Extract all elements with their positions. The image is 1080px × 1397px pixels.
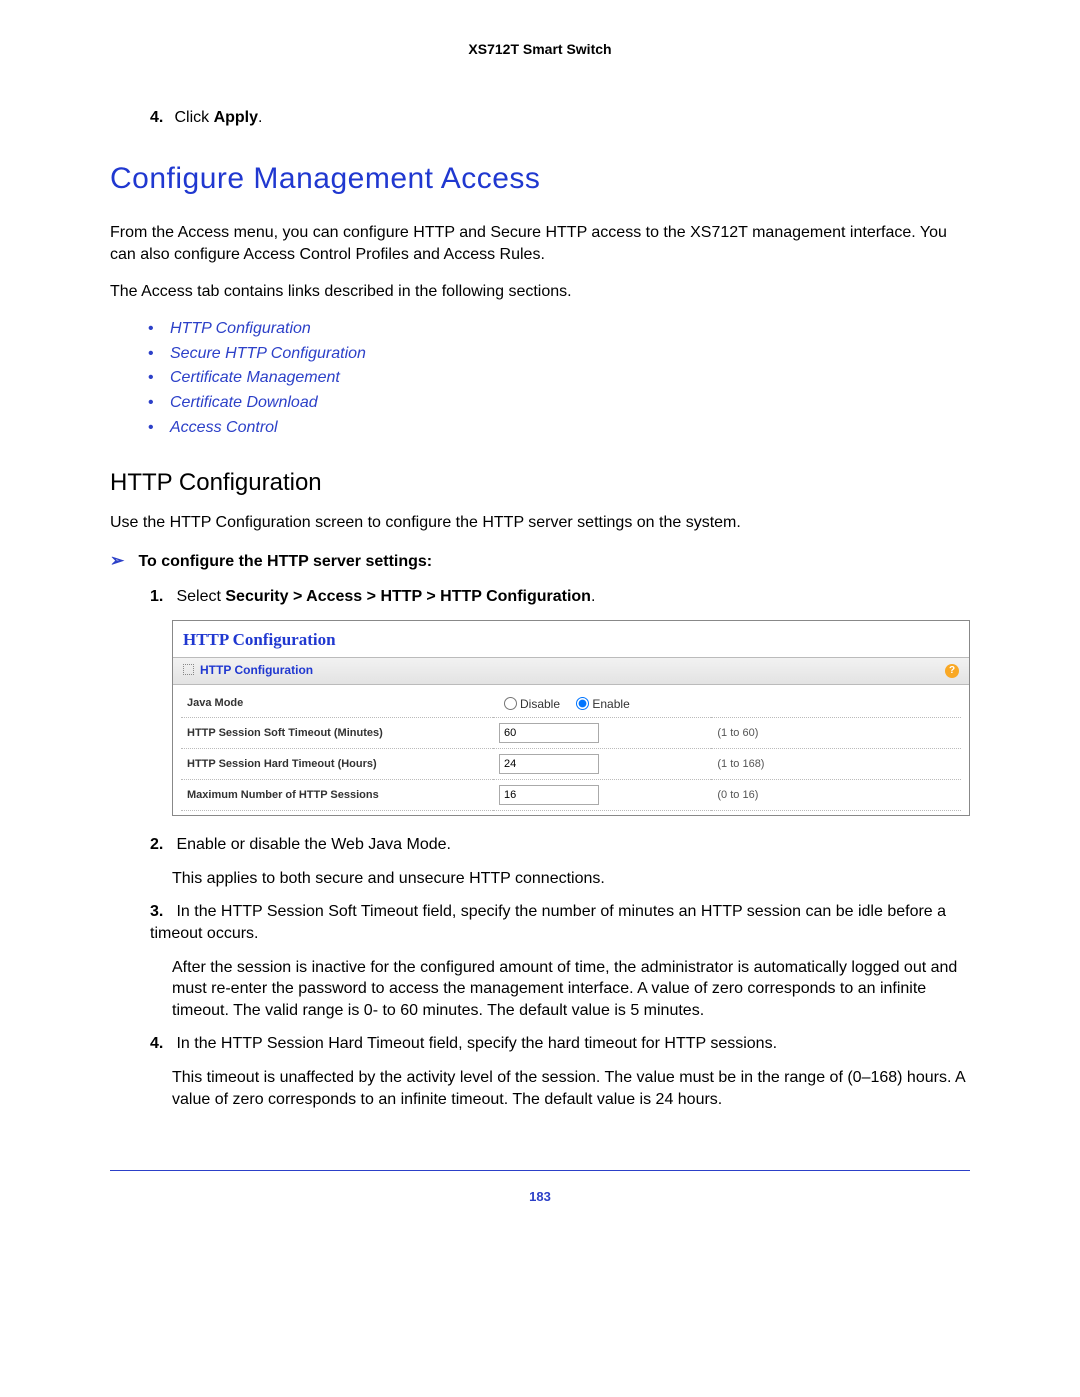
subsection-heading: HTTP Configuration	[110, 467, 970, 498]
panel-subtitle: HTTP Configuration	[183, 663, 313, 679]
section-heading: Configure Management Access	[110, 159, 970, 198]
java-disable-radio[interactable]	[504, 697, 517, 710]
text: Click	[174, 109, 213, 126]
nav-path: Security > Access > HTTP > HTTP Configur…	[225, 588, 591, 605]
apply-label: Apply	[214, 109, 258, 126]
top-step: 4. Click Apply.	[150, 108, 970, 129]
step-2: 2. Enable or disable the Web Java Mode.	[150, 834, 970, 856]
row-soft-timeout: HTTP Session Soft Timeout (Minutes) (1 t…	[181, 718, 961, 749]
field-label: HTTP Session Hard Timeout (Hours)	[181, 749, 493, 780]
link-http-configuration[interactable]: HTTP Configuration	[148, 319, 970, 340]
link-certificate-management[interactable]: Certificate Management	[148, 368, 970, 389]
subsection-intro: Use the HTTP Configuration screen to con…	[110, 512, 970, 534]
access-links-list: HTTP Configuration Secure HTTP Configura…	[148, 319, 970, 439]
row-hard-timeout: HTTP Session Hard Timeout (Hours) (1 to …	[181, 749, 961, 780]
proc-heading-text: To configure the HTTP server settings:	[138, 553, 432, 570]
step-number: 4.	[150, 108, 170, 129]
step-text: In the HTTP Session Soft Timeout field, …	[150, 903, 946, 942]
footer-rule	[110, 1170, 970, 1171]
java-disable-option[interactable]: Disable	[499, 697, 563, 711]
proc-arrow-icon: ➢	[110, 550, 134, 572]
text: Enable	[592, 697, 629, 711]
page-number: 183	[110, 1189, 970, 1206]
step-number: 4.	[150, 1033, 172, 1055]
link-secure-http-configuration[interactable]: Secure HTTP Configuration	[148, 344, 970, 365]
text: Select	[176, 588, 225, 605]
text: .	[258, 109, 262, 126]
help-icon[interactable]: ?	[945, 664, 959, 678]
field-label: Java Mode	[181, 689, 493, 718]
procedure-heading: ➢ To configure the HTTP server settings:	[110, 550, 970, 573]
step-number: 3.	[150, 901, 172, 923]
hard-timeout-input[interactable]	[499, 754, 599, 774]
field-label: Maximum Number of HTTP Sessions	[181, 780, 493, 811]
step-number: 1.	[150, 586, 172, 608]
java-enable-radio[interactable]	[576, 697, 589, 710]
soft-timeout-input[interactable]	[499, 723, 599, 743]
max-sessions-input[interactable]	[499, 785, 599, 805]
page-header: XS712T Smart Switch	[110, 40, 970, 58]
step-1: 1. Select Security > Access > HTTP > HTT…	[150, 586, 970, 608]
field-range: (1 to 60)	[711, 718, 961, 749]
field-range: (1 to 168)	[711, 749, 961, 780]
link-access-control[interactable]: Access Control	[148, 418, 970, 439]
text: .	[591, 588, 595, 605]
panel-subbar: HTTP Configuration ?	[173, 657, 969, 685]
row-java-mode: Java Mode Disable Enable	[181, 689, 961, 718]
step-3-detail: After the session is inactive for the co…	[172, 957, 970, 1022]
intro-para-2: The Access tab contains links described …	[110, 281, 970, 303]
step-text: Enable or disable the Web Java Mode.	[176, 836, 451, 853]
field-range: (0 to 16)	[711, 780, 961, 811]
step-text: In the HTTP Session Hard Timeout field, …	[176, 1035, 777, 1052]
java-enable-option[interactable]: Enable	[571, 697, 629, 711]
row-max-sessions: Maximum Number of HTTP Sessions (0 to 16…	[181, 780, 961, 811]
step-4: 4. In the HTTP Session Hard Timeout fiel…	[150, 1033, 970, 1055]
step-4-detail: This timeout is unaffected by the activi…	[172, 1067, 970, 1110]
step-2-detail: This applies to both secure and unsecure…	[172, 868, 970, 890]
step-3: 3. In the HTTP Session Soft Timeout fiel…	[150, 901, 970, 944]
intro-para-1: From the Access menu, you can configure …	[110, 222, 970, 265]
http-config-panel: HTTP Configuration HTTP Configuration ? …	[172, 620, 970, 816]
panel-title: HTTP Configuration	[173, 621, 969, 657]
text: Disable	[520, 697, 560, 711]
field-label: HTTP Session Soft Timeout (Minutes)	[181, 718, 493, 749]
link-certificate-download[interactable]: Certificate Download	[148, 393, 970, 414]
step-number: 2.	[150, 834, 172, 856]
